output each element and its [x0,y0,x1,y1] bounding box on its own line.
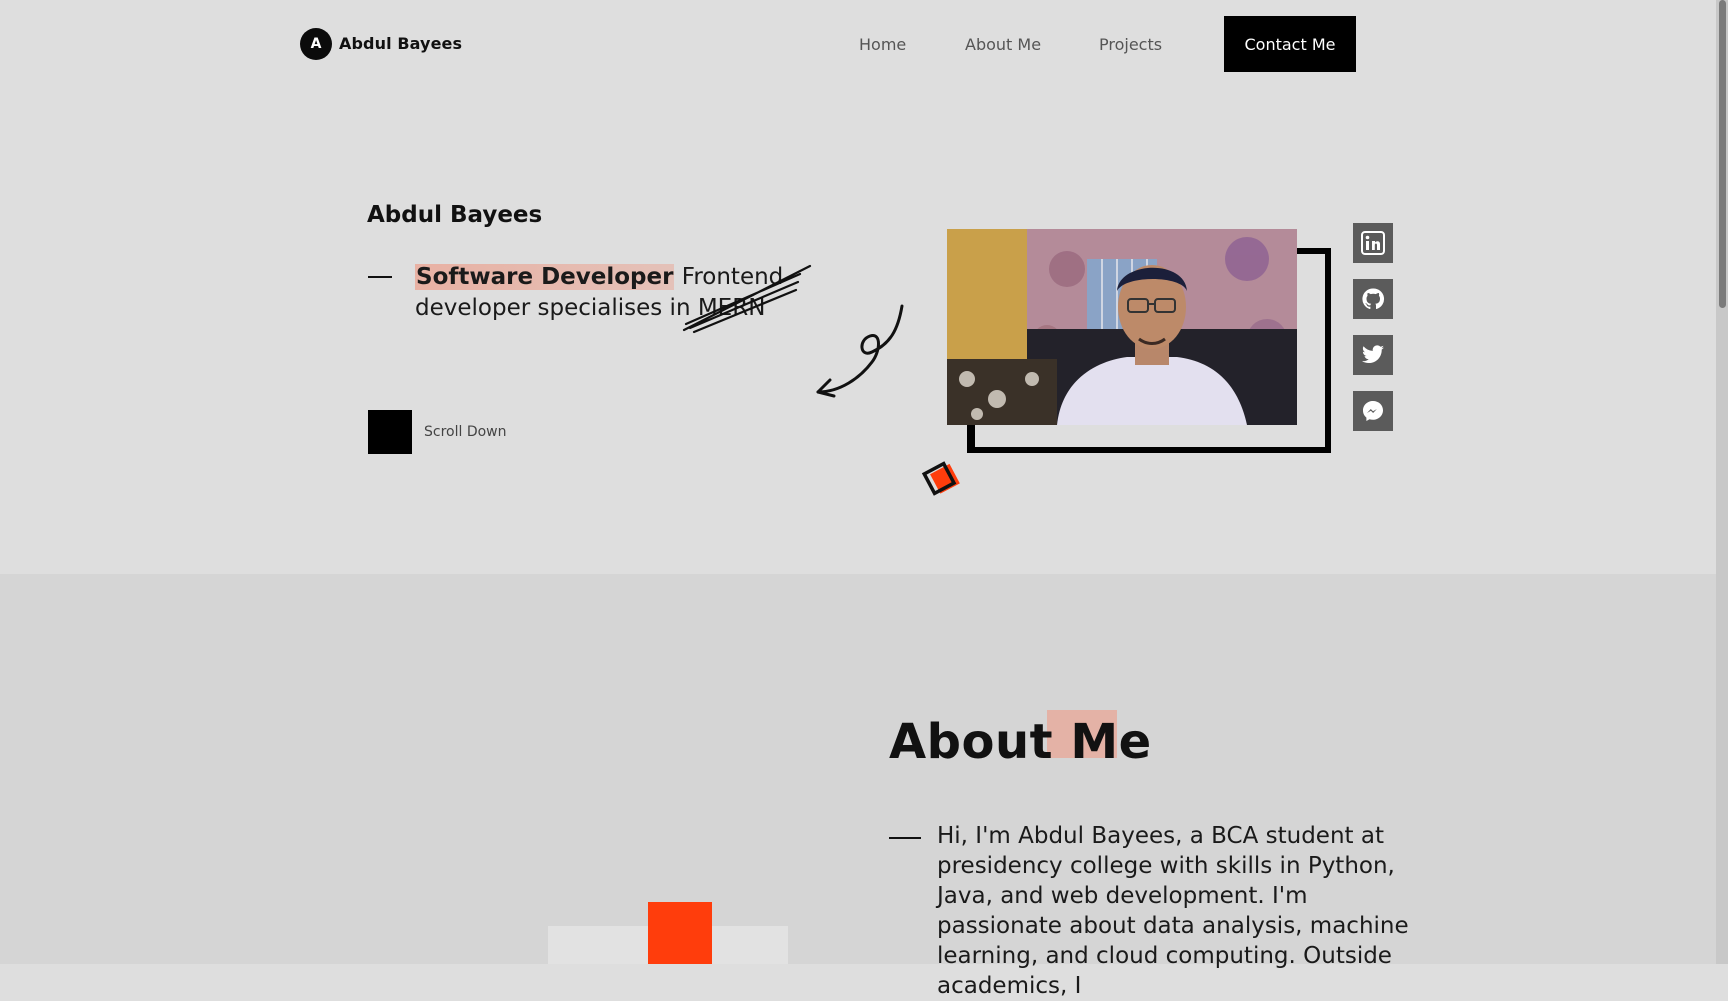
scroll-down-button[interactable] [368,410,412,454]
role-highlight: Software Developer [415,264,675,290]
contact-me-button[interactable]: Contact Me [1224,16,1356,72]
nav-projects-link[interactable]: Projects [1099,35,1162,54]
profile-photo [947,229,1297,425]
nav-home-link[interactable]: Home [859,35,906,54]
github-icon[interactable] [1353,279,1393,319]
logo-name[interactable]: Abdul Bayees [339,34,462,53]
hero-dash [368,276,392,278]
messenger-icon[interactable] [1353,391,1393,431]
about-section [0,574,1728,964]
orange-block-decoration [648,902,712,964]
scribble-decoration [682,264,812,334]
scroll-down-label[interactable]: Scroll Down [424,424,507,440]
about-title: About Me [889,714,1152,770]
about-dash [889,837,921,839]
about-text: Hi, I'm Abdul Bayees, a BCA student at p… [937,823,1409,999]
linkedin-icon[interactable] [1353,223,1393,263]
nav-about-link[interactable]: About Me [965,35,1041,54]
diamond-decoration [921,461,960,496]
twitter-icon[interactable] [1353,335,1393,375]
hero-name: Abdul Bayees [367,202,543,228]
page-scrollbar-thumb[interactable] [1719,0,1726,308]
curly-arrow-icon [816,304,904,398]
logo-avatar[interactable]: A [300,28,332,60]
